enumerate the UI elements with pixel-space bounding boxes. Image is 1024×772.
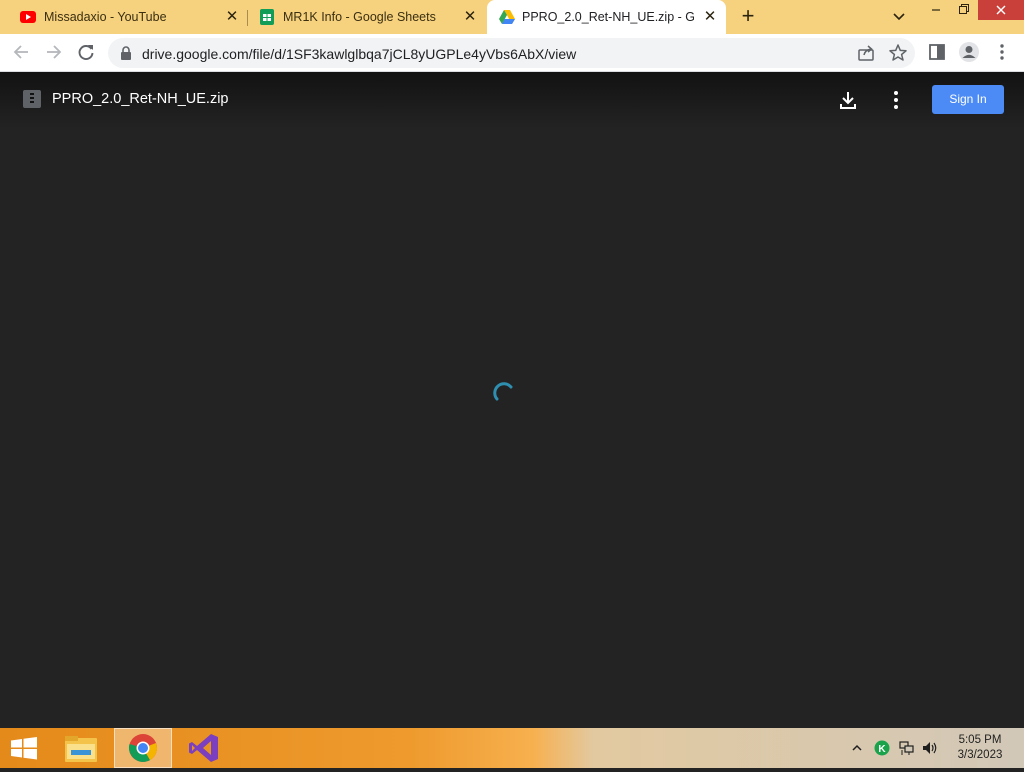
minimize-button[interactable] [922, 0, 950, 20]
volume-icon[interactable] [921, 740, 939, 756]
zip-file-icon [23, 90, 41, 108]
share-icon[interactable] [855, 42, 877, 64]
url-text[interactable]: drive.google.com/file/d/1SF3kawlglbqa7jC… [142, 46, 576, 62]
clock-date: 3/3/2023 [957, 749, 1003, 761]
tab-strip: Missadaxio - YouTube ✕ MR1K Info - Googl… [0, 0, 1024, 34]
svg-text:K: K [878, 744, 886, 755]
profile-avatar-icon[interactable] [958, 41, 980, 63]
youtube-icon [20, 11, 36, 23]
kaspersky-icon[interactable]: K [874, 740, 890, 756]
minimize-icon [932, 9, 940, 11]
browser-toolbar: drive.google.com/file/d/1SF3kawlglbqa7jC… [0, 34, 1024, 72]
close-window-button[interactable] [978, 0, 1024, 20]
file-name: PPRO_2.0_Ret-NH_UE.zip [52, 91, 229, 107]
tab-title: PPRO_2.0_Ret-NH_UE.zip - Goog [522, 10, 694, 24]
windows-start-icon[interactable] [0, 728, 48, 768]
close-icon [996, 5, 1006, 15]
tab-youtube[interactable]: Missadaxio - YouTube ✕ [0, 0, 247, 34]
forward-arrow-icon[interactable] [43, 41, 65, 63]
back-arrow-icon[interactable] [10, 41, 32, 63]
address-bar[interactable]: drive.google.com/file/d/1SF3kawlglbqa7jC… [108, 38, 915, 68]
lock-icon[interactable] [120, 46, 132, 60]
download-icon[interactable] [836, 88, 860, 112]
chevron-down-icon[interactable] [890, 9, 908, 25]
visual-studio-icon[interactable] [180, 728, 228, 768]
tab-title: Missadaxio - YouTube [44, 10, 167, 24]
chrome-icon [128, 734, 157, 762]
google-sheets-icon [260, 9, 274, 25]
windows-taskbar: K 5:05 PM 3/3/2023 [0, 728, 1024, 768]
network-icon[interactable] [898, 740, 914, 756]
chrome-taskbar-button[interactable] [114, 728, 172, 768]
viewer-header: PPRO_2.0_Ret-NH_UE.zip Sign In [0, 72, 1024, 128]
clock-time: 5:05 PM [958, 734, 1002, 746]
side-panel-icon[interactable] [926, 41, 948, 63]
file-explorer-icon[interactable] [57, 728, 105, 768]
google-drive-icon [499, 10, 515, 24]
reload-icon[interactable] [75, 41, 97, 63]
new-tab-button[interactable]: + [737, 5, 759, 28]
close-tab-icon[interactable]: ✕ [701, 8, 719, 26]
show-hidden-icons-chevron-icon[interactable] [850, 740, 864, 756]
restore-icon [959, 4, 969, 14]
more-vertical-icon[interactable] [991, 41, 1013, 63]
system-clock[interactable]: 5:05 PM 3/3/2023 [950, 733, 1010, 763]
more-options-icon[interactable] [884, 88, 908, 112]
tab-google-drive[interactable]: PPRO_2.0_Ret-NH_UE.zip - Goog ✕ [487, 0, 726, 34]
restore-button[interactable] [950, 0, 978, 20]
close-tab-icon[interactable]: ✕ [461, 8, 479, 26]
bookmark-star-icon[interactable] [887, 42, 909, 64]
loading-spinner-icon [493, 382, 513, 401]
sign-in-button[interactable]: Sign In [932, 85, 1004, 114]
tab-google-sheets[interactable]: MR1K Info - Google Sheets ✕ [239, 0, 487, 34]
tab-title: MR1K Info - Google Sheets [283, 10, 436, 24]
